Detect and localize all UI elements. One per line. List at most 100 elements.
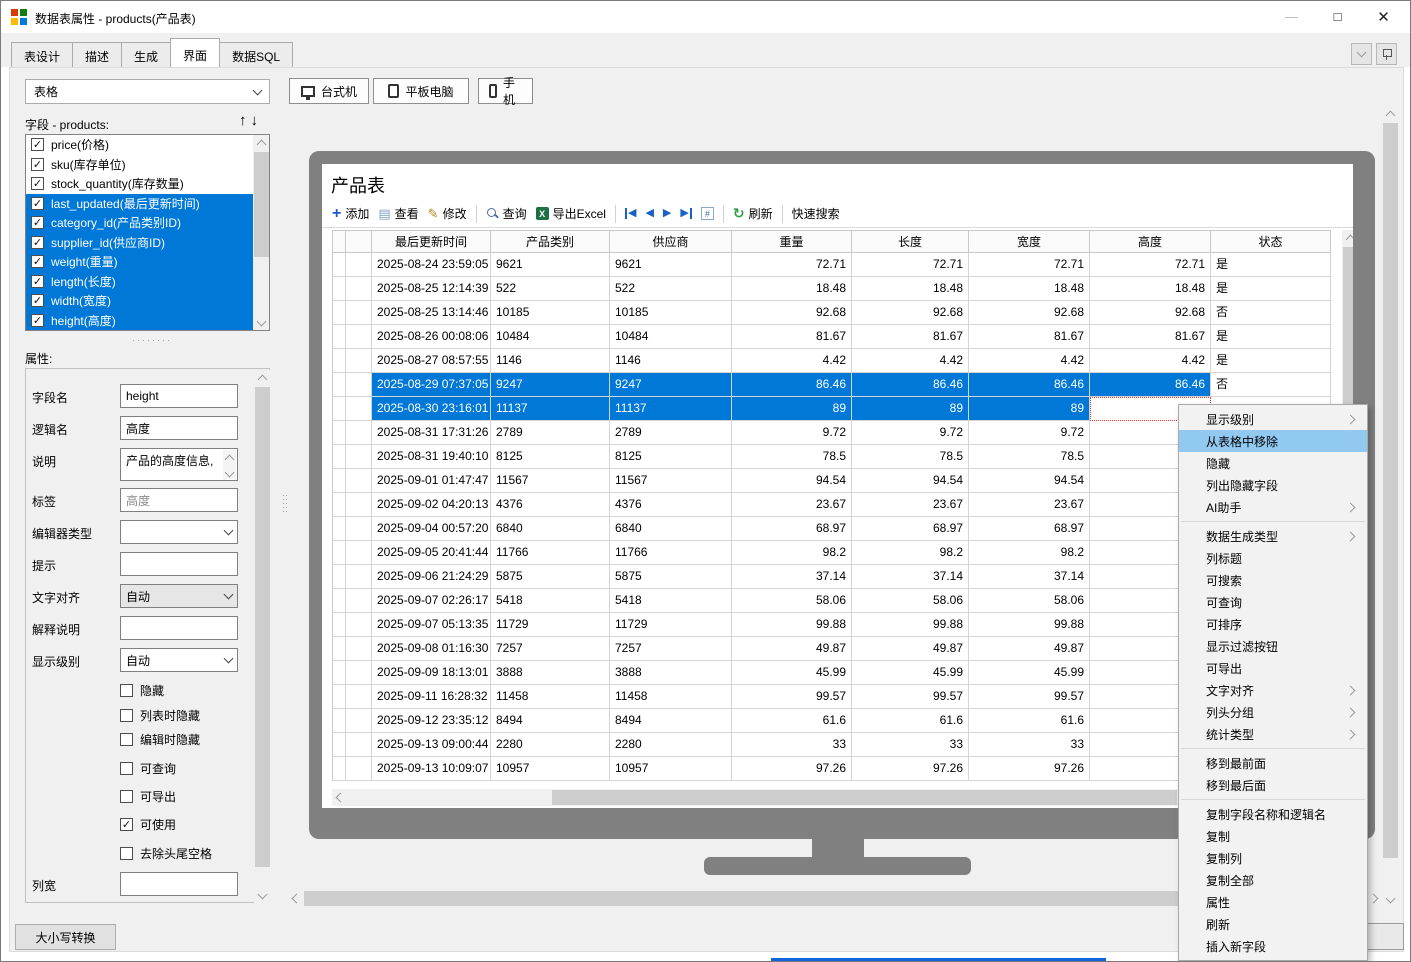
cell-length[interactable]: 61.6 <box>852 709 969 733</box>
cell-supplier_id[interactable]: 11766 <box>610 541 732 565</box>
cell-weight[interactable]: 99.88 <box>732 613 852 637</box>
cell-height[interactable]: 81.67 <box>1090 325 1211 349</box>
property-checkbox-可查询[interactable]: 可查询 <box>120 760 176 777</box>
field-checkbox[interactable]: ✓ <box>31 158 44 171</box>
phone-button[interactable]: 手机 <box>478 78 533 104</box>
scroll-left-icon[interactable] <box>288 890 303 907</box>
field-checkbox[interactable]: ✓ <box>31 236 44 249</box>
field-list-item[interactable]: ✓sku(库存单位) <box>26 155 253 175</box>
field-checkbox[interactable]: ✓ <box>31 138 44 151</box>
field-list-item[interactable]: ✓length(长度) <box>26 272 253 292</box>
cell-category_id[interactable]: 10484 <box>491 325 610 349</box>
cell-supplier_id[interactable]: 11567 <box>610 469 732 493</box>
cell-last_updated[interactable]: 2025-09-08 01:16:30 <box>372 637 491 661</box>
cell-weight[interactable]: 92.68 <box>732 301 852 325</box>
cell-status[interactable]: 否 <box>1211 373 1331 397</box>
cell-width[interactable]: 58.06 <box>969 589 1090 613</box>
first-page-icon[interactable]: ◀ <box>625 208 636 219</box>
scroll-down-icon[interactable] <box>225 468 235 478</box>
cell-width[interactable]: 18.48 <box>969 277 1090 301</box>
cell-last_updated[interactable]: 2025-09-04 00:57:20 <box>372 517 491 541</box>
cell-last_updated[interactable]: 2025-09-09 18:13:01 <box>372 661 491 685</box>
context-menu-item-复制列[interactable]: 复制列 <box>1179 847 1367 869</box>
horizontal-splitter-grip[interactable]: ········ <box>132 335 172 345</box>
cell-supplier_id[interactable]: 1146 <box>610 349 732 373</box>
cell-supplier_id[interactable]: 2280 <box>610 733 732 757</box>
field-checkbox[interactable]: ✓ <box>31 255 44 268</box>
tab-界面[interactable]: 界面 <box>170 38 220 67</box>
cell-category_id[interactable]: 4376 <box>491 493 610 517</box>
view-type-select[interactable]: 表格 <box>25 79 270 104</box>
cell-height[interactable]: 72.71 <box>1090 253 1211 277</box>
cell-supplier_id[interactable]: 9247 <box>610 373 732 397</box>
column-header-高度[interactable]: 高度 <box>1090 230 1211 253</box>
context-menu-item-移到最前面[interactable]: 移到最前面 <box>1179 752 1367 774</box>
cell-last_updated[interactable]: 2025-09-07 05:13:35 <box>372 613 491 637</box>
scroll-up-icon[interactable] <box>225 455 235 465</box>
scrollbar-thumb[interactable] <box>254 152 269 257</box>
cell-height[interactable]: 18.48 <box>1090 277 1211 301</box>
scroll-up-icon[interactable] <box>254 370 271 385</box>
cell-status[interactable]: 是 <box>1211 253 1331 277</box>
scroll-right-icon[interactable] <box>1367 890 1382 907</box>
cell-category_id[interactable]: 11766 <box>491 541 610 565</box>
checkbox-icon[interactable]: ✓ <box>120 818 133 831</box>
cell-status[interactable]: 是 <box>1211 277 1331 301</box>
cell-length[interactable]: 33 <box>852 733 969 757</box>
last-page-icon[interactable]: ▶ <box>680 208 691 219</box>
context-menu-item-显示级别[interactable]: 显示级别 <box>1179 408 1367 430</box>
cell-width[interactable]: 92.68 <box>969 301 1090 325</box>
cell-weight[interactable]: 23.67 <box>732 493 852 517</box>
cell-length[interactable]: 81.67 <box>852 325 969 349</box>
context-menu-item-AI助手[interactable]: AI助手 <box>1179 496 1367 518</box>
cell-supplier_id[interactable]: 2789 <box>610 421 732 445</box>
cell-weight[interactable]: 86.46 <box>732 373 852 397</box>
cell-supplier_id[interactable]: 10185 <box>610 301 732 325</box>
cell-length[interactable]: 49.87 <box>852 637 969 661</box>
cell-width[interactable]: 37.14 <box>969 565 1090 589</box>
column-header-长度[interactable]: 长度 <box>852 230 969 253</box>
cell-category_id[interactable]: 5418 <box>491 589 610 613</box>
tab-数据SQL[interactable]: 数据SQL <box>219 42 293 67</box>
column-header-宽度[interactable]: 宽度 <box>969 230 1090 253</box>
cell-supplier_id[interactable]: 11458 <box>610 685 732 709</box>
field-checkbox[interactable]: ✓ <box>31 177 44 190</box>
column-header-状态[interactable]: 状态 <box>1211 230 1331 253</box>
checkbox-icon[interactable] <box>120 847 133 860</box>
property-select-显示级别[interactable]: 自动 <box>120 648 238 672</box>
scroll-left-icon[interactable] <box>332 789 347 806</box>
scroll-down-icon[interactable] <box>254 888 271 903</box>
context-menu-item-显示过滤按钮[interactable]: 显示过滤按钮 <box>1179 635 1367 657</box>
property-select-文字对齐[interactable]: 自动 <box>120 584 238 608</box>
cell-weight[interactable]: 99.57 <box>732 685 852 709</box>
checkbox-icon[interactable] <box>120 790 133 803</box>
cell-length[interactable]: 45.99 <box>852 661 969 685</box>
pin-button[interactable] <box>1376 43 1397 65</box>
field-list-item[interactable]: ✓supplier_id(供应商ID) <box>26 233 253 253</box>
property-input-解释说明[interactable] <box>120 616 238 640</box>
property-checkbox-隐藏[interactable]: 隐藏 <box>120 682 164 699</box>
cell-category_id[interactable]: 11567 <box>491 469 610 493</box>
checkbox-icon[interactable] <box>120 733 133 746</box>
tablet-button[interactable]: 平板电脑 <box>373 78 469 104</box>
cell-length[interactable]: 23.67 <box>852 493 969 517</box>
prev-page-icon[interactable]: ◀ <box>645 208 653 219</box>
cell-length[interactable]: 58.06 <box>852 589 969 613</box>
field-checkbox[interactable]: ✓ <box>31 275 44 288</box>
cell-width[interactable]: 33 <box>969 733 1090 757</box>
modify-button[interactable]: ✎修改 <box>428 205 467 222</box>
scroll-down-icon[interactable] <box>1382 892 1399 907</box>
cell-supplier_id[interactable]: 10484 <box>610 325 732 349</box>
cell-width[interactable]: 45.99 <box>969 661 1090 685</box>
add-button[interactable]: +添加 <box>332 205 369 222</box>
field-list-item[interactable]: ✓category_id(产品类别ID) <box>26 213 253 233</box>
cell-width[interactable]: 86.46 <box>969 373 1090 397</box>
context-menu-item-列出隐藏字段[interactable]: 列出隐藏字段 <box>1179 474 1367 496</box>
field-checkbox[interactable]: ✓ <box>31 294 44 307</box>
cell-weight[interactable]: 33 <box>732 733 852 757</box>
property-description-textarea[interactable]: 产品的高度信息, <box>120 448 238 481</box>
field-list-item[interactable]: ✓last_updated(最后更新时间) <box>26 194 253 214</box>
cell-last_updated[interactable]: 2025-09-07 02:26:17 <box>372 589 491 613</box>
context-menu-item-文字对齐[interactable]: 文字对齐 <box>1179 679 1367 701</box>
cell-status[interactable]: 否 <box>1211 301 1331 325</box>
